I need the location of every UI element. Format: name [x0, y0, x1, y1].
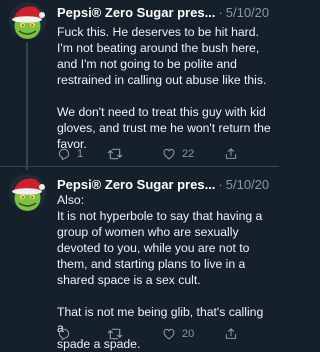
share-icon [225, 148, 237, 159]
tweet-header: Pepsi® Zero Sugar pres... · 5/10/20 [57, 4, 275, 22]
tweet-date[interactable]: 5/10/20 [226, 4, 269, 22]
tweet-2[interactable]: Pepsi® Zero Sugar pres... · 5/10/20 Also… [0, 172, 279, 351]
reply-button[interactable]: 1 [57, 147, 107, 161]
grinch-avatar-icon [9, 174, 46, 211]
tweet-1[interactable]: Pepsi® Zero Sugar pres... · 5/10/20 Fuck… [0, 0, 279, 170]
retweet-button[interactable] [107, 147, 162, 161]
reply-button[interactable] [57, 327, 107, 341]
like-button[interactable]: 20 [162, 327, 224, 341]
author-name[interactable]: Pepsi® Zero Sugar pres... [57, 4, 215, 22]
header-separator: · [218, 5, 223, 20]
tweet-text: Fuck this. He deserves to be hit hard. I… [57, 25, 271, 151]
heart-icon [163, 148, 175, 160]
tweet-divider [0, 166, 279, 167]
avatar[interactable] [9, 2, 46, 39]
share-icon [225, 328, 237, 339]
reply-icon [58, 148, 70, 161]
heart-icon [163, 328, 175, 340]
retweet-icon [107, 148, 123, 160]
reply-count: 1 [77, 148, 84, 160]
share-button[interactable] [224, 147, 238, 161]
share-button[interactable] [224, 327, 238, 341]
retweet-button[interactable] [107, 327, 162, 341]
avatar[interactable] [9, 174, 46, 211]
grinch-avatar-icon [9, 2, 46, 39]
like-count: 20 [182, 328, 195, 340]
tweet-actions: 20 [57, 326, 273, 342]
like-button[interactable]: 22 [162, 147, 224, 161]
like-count: 22 [182, 148, 195, 160]
thread-line [26, 42, 28, 170]
reply-icon [58, 328, 70, 341]
tweet-actions: 1 22 [57, 146, 273, 162]
retweet-icon [107, 328, 123, 340]
